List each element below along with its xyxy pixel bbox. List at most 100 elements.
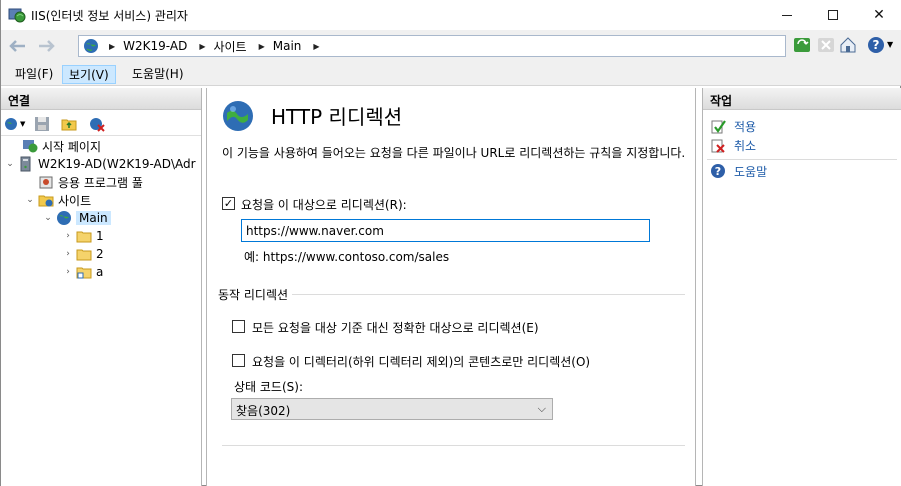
redirect-behavior-legend: 동작 리디렉션 [214,286,293,303]
up-folder-icon[interactable] [61,116,77,132]
maximize-button[interactable] [810,0,856,30]
tree-sites[interactable]: ⌄ 사이트 [25,191,91,209]
expand-chevron-icon[interactable]: › [63,249,73,259]
back-button[interactable] [5,34,29,58]
connect-globe-icon[interactable] [4,116,20,132]
site-globe-icon [57,211,71,225]
tree-label: 사이트 [58,193,92,208]
tree-label: 2 [96,247,104,261]
directory-only-label: 요청을 이 디렉터리(하위 디렉터리 제외)의 콘텐츠로만 리디렉션(O) [252,355,591,369]
tree-label: W2K19-AD(W2K19-AD\Adr [38,157,196,171]
breadcrumb-server[interactable]: W2K19-AD [123,39,187,53]
breadcrumb-sites[interactable]: 사이트 [213,38,246,55]
status-code-label: 상태 코드(S): [234,380,303,394]
tree-folder-2[interactable]: › 2 [63,245,104,263]
virtual-folder-icon [76,267,92,279]
tree-folder-a[interactable]: › a [63,263,103,281]
actions-divider [707,159,897,160]
folder-icon [76,231,92,243]
window-title: IIS(인터넷 정보 서비스) 관리자 [31,9,188,23]
chevron-down-icon: ⌵ [537,402,546,415]
refresh-icon[interactable] [793,36,811,54]
cancel-x-icon [711,139,725,153]
forward-button[interactable] [35,34,59,58]
server-icon [20,156,31,172]
tree-label: 시작 페이지 [42,139,102,154]
menu-bar: 파일(F) 보기(V) 도움말(H) [1,62,901,86]
connect-dropdown-icon[interactable]: ▼ [20,120,25,128]
redirect-url-input[interactable] [241,219,650,242]
forward-arrow-icon [39,40,55,52]
tree-label: 1 [96,229,104,243]
cancel-action[interactable]: 취소 [710,136,756,154]
menu-help[interactable]: 도움말(H) [126,65,190,84]
close-icon: ✕ [873,7,885,23]
expand-chevron-icon[interactable]: › [63,267,73,277]
expand-chevron-icon[interactable]: › [63,231,73,241]
menu-view[interactable]: 보기(V) [62,65,116,84]
example-text: 예: https://www.contoso.com/sales [244,250,450,264]
redirect-behavior-group [222,294,685,446]
http-redirect-globe-icon [223,101,253,131]
disconnect-icon[interactable] [89,116,105,132]
tree-server[interactable]: ⌄ W2K19-AD(W2K19-AD\Adr [5,155,196,173]
stop-icon[interactable] [817,36,835,54]
tree-label: 응용 프로그램 풀 [58,175,143,190]
page-title: HTTP 리디렉션 [271,105,403,129]
redirect-checkbox[interactable]: ✓ [222,197,235,210]
status-code-select[interactable]: 찾음(302) ⌵ [231,398,553,420]
home-icon[interactable] [839,36,857,54]
feature-pane: HTTP 리디렉션 이 기능을 사용하여 들어오는 요청을 다른 파일이나 UR… [206,88,696,486]
breadcrumb-main[interactable]: Main [273,39,302,53]
breadcrumb-arrow-icon: ▶ [199,41,206,51]
redirect-checkbox-label: 요청을 이 대상으로 리디렉션(R): [241,198,407,212]
svg-text:?: ? [873,38,880,52]
breadcrumb-arrow-icon: ▶ [109,41,116,51]
exact-destination-label: 모든 요청을 대상 기준 대신 정확한 대상으로 리디렉션(E) [252,321,539,335]
tree-label-selected: Main [76,211,111,225]
tree-folder-1[interactable]: › 1 [63,227,104,245]
connections-toolbar: ▼ [1,112,201,136]
breadcrumb-arrow-icon: ▶ [313,41,320,51]
status-code-value: 찾음(302) [236,404,291,418]
help-action[interactable]: ? 도움말 [710,162,767,180]
minimize-button[interactable] [764,0,810,30]
page-description: 이 기능을 사용하여 들어오는 요청을 다른 파일이나 URL로 리디렉션하는 … [222,146,686,160]
menu-file[interactable]: 파일(F) [9,65,59,84]
actions-header: 작업 [703,88,901,110]
tree-start-page[interactable]: 시작 페이지 [9,137,101,155]
collapse-chevron-icon[interactable]: ⌄ [25,195,35,205]
title-bar: IIS(인터넷 정보 서비스) 관리자 ✕ [1,0,901,30]
actions-panel: 작업 적용 취소 ? 도움말 [702,88,901,486]
breadcrumb-arrow-icon: ▶ [258,41,265,51]
app-pool-icon [39,176,53,189]
iis-manager-window: IIS(인터넷 정보 서비스) 관리자 ✕ ▶ W2K19-AD ▶ 사이트 ▶… [0,0,901,486]
back-arrow-icon [9,40,25,52]
minimize-icon [782,14,792,16]
close-button[interactable]: ✕ [856,0,901,30]
connections-panel: 연결 ▼ 시작 페이지 ⌄ W2K19-AD(W2K19-AD\Adr 응용 프… [1,88,202,486]
help-icon: ? [711,164,725,178]
collapse-chevron-icon[interactable]: ⌄ [5,159,15,169]
tree-label: a [96,265,104,279]
help-dropdown-icon[interactable]: ▼ [887,40,893,49]
directory-only-checkbox[interactable] [232,354,245,367]
tree-app-pools[interactable]: 응용 프로그램 풀 [25,173,143,191]
save-icon[interactable] [34,116,50,132]
sites-folder-icon [38,195,54,207]
tree-site-main[interactable]: ⌄ Main [43,209,111,227]
folder-icon [76,249,92,261]
connections-header: 연결 [1,88,201,110]
apply-check-icon [711,120,726,134]
help-icon[interactable]: ? [867,36,885,54]
iis-app-icon [8,8,26,23]
globe-icon [84,39,98,53]
cancel-label: 취소 [734,138,757,153]
checkmark-icon: ✓ [223,197,234,210]
exact-destination-checkbox[interactable] [232,320,245,333]
svg-text:?: ? [715,165,721,178]
address-bar[interactable]: ▶ W2K19-AD ▶ 사이트 ▶ Main ▶ [78,35,786,57]
apply-action[interactable]: 적용 [710,117,756,135]
collapse-chevron-icon[interactable]: ⌄ [43,213,53,223]
maximize-icon [828,10,838,20]
